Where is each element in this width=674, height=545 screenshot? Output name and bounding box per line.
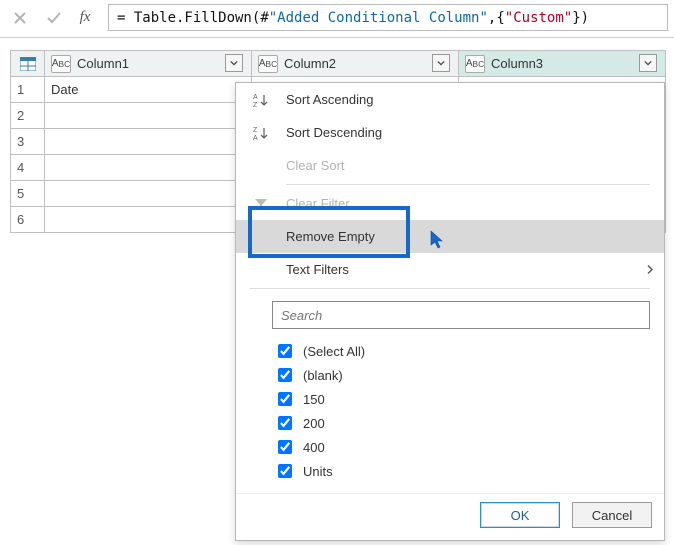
chevron-down-icon — [230, 59, 238, 67]
formula-bar: fx = Table.FillDown(#"Added Conditional … — [0, 0, 674, 38]
filter-value-label: 150 — [303, 392, 325, 407]
dialog-button-row: OK Cancel — [236, 493, 664, 540]
filter-value-item[interactable]: 400 — [274, 435, 650, 459]
menu-sort-ascending[interactable]: AZ Sort Ascending — [236, 83, 664, 116]
chevron-right-icon — [646, 262, 654, 277]
column-header-label: Column1 — [77, 56, 129, 71]
chevron-down-icon — [437, 59, 445, 67]
filter-checkbox[interactable] — [278, 344, 292, 358]
ok-button[interactable]: OK — [480, 502, 560, 528]
cell[interactable] — [45, 181, 252, 207]
svg-text:A: A — [253, 135, 258, 141]
row-number: 2 — [11, 103, 45, 129]
row-number: 4 — [11, 155, 45, 181]
svg-text:Z: Z — [253, 127, 258, 134]
menu-label: Sort Descending — [286, 125, 382, 140]
filter-clear-icon — [250, 197, 272, 211]
filter-search-row — [236, 291, 664, 335]
menu-separator — [286, 184, 650, 185]
formula-token-hash: # — [260, 10, 268, 26]
sort-asc-icon: AZ — [250, 92, 272, 108]
menu-remove-empty[interactable]: Remove Empty — [236, 220, 664, 253]
fx-icon: fx — [74, 4, 102, 31]
svg-text:A: A — [253, 94, 258, 101]
column-header-1[interactable]: ABC Column1 — [45, 51, 252, 77]
check-icon — [46, 11, 62, 25]
menu-text-filters[interactable]: Text Filters — [236, 253, 664, 286]
cell[interactable] — [45, 103, 252, 129]
menu-label: Clear Sort — [286, 158, 345, 173]
filter-value-label: (blank) — [303, 368, 343, 383]
cancel-button[interactable]: Cancel — [572, 502, 652, 528]
formula-token-arg1: "Added Conditional Column" — [269, 10, 488, 26]
formula-token-fn: Table.FillDown — [134, 10, 252, 26]
table-corner[interactable] — [11, 51, 45, 77]
type-any-icon: ABC — [465, 55, 485, 73]
cell[interactable] — [45, 207, 252, 233]
formula-token-close: ) — [581, 10, 589, 26]
column-dropdown-button[interactable] — [432, 54, 450, 72]
filter-checkbox[interactable] — [278, 392, 292, 406]
menu-label: Text Filters — [286, 262, 349, 277]
column-header-label: Column3 — [491, 56, 543, 71]
filter-value-label: (Select All) — [303, 344, 365, 359]
menu-sort-descending[interactable]: ZA Sort Descending — [236, 116, 664, 149]
filter-search-input[interactable] — [272, 301, 650, 329]
formula-token-open: ( — [252, 10, 260, 26]
filter-value-label: Units — [303, 464, 333, 479]
cell[interactable]: Date — [45, 77, 252, 103]
formula-token-brace-close: } — [572, 10, 580, 26]
menu-label: Remove Empty — [286, 229, 375, 244]
formula-token-eq: = — [117, 10, 134, 26]
row-number: 6 — [11, 207, 45, 233]
filter-dropdown-panel: AZ Sort Ascending ZA Sort Descending Cle… — [235, 82, 665, 541]
column-dropdown-button[interactable] — [225, 54, 243, 72]
close-icon — [13, 11, 27, 25]
column-dropdown-button[interactable] — [639, 54, 657, 72]
confirm-formula-button[interactable] — [40, 4, 68, 31]
filter-checkbox[interactable] — [278, 440, 292, 454]
type-any-icon: ABC — [258, 55, 278, 73]
sort-desc-icon: ZA — [250, 125, 272, 141]
menu-separator — [250, 288, 650, 289]
filter-value-label: 400 — [303, 440, 325, 455]
column-header-2[interactable]: ABC Column2 — [252, 51, 459, 77]
row-number: 3 — [11, 129, 45, 155]
svg-text:Z: Z — [253, 102, 258, 108]
filter-value-item[interactable]: 150 — [274, 387, 650, 411]
cell[interactable] — [45, 129, 252, 155]
formula-token-arg2: "Custom" — [505, 10, 572, 26]
cell[interactable] — [45, 155, 252, 181]
table-icon — [17, 51, 38, 76]
chevron-down-icon — [644, 59, 652, 67]
cancel-formula-button[interactable] — [6, 4, 34, 31]
menu-label: Sort Ascending — [286, 92, 373, 107]
menu-clear-filter: Clear Filter — [236, 187, 664, 220]
type-any-icon: ABC — [51, 55, 71, 73]
formula-token-brace-open: { — [496, 10, 504, 26]
filter-value-item[interactable]: (blank) — [274, 363, 650, 387]
filter-value-label: 200 — [303, 416, 325, 431]
formula-token-comma: , — [488, 10, 496, 26]
filter-value-item[interactable]: (Select All) — [274, 339, 650, 363]
filter-checkbox[interactable] — [278, 368, 292, 382]
column-header-label: Column2 — [284, 56, 336, 71]
filter-checkbox[interactable] — [278, 416, 292, 430]
filter-value-list: (Select All) (blank) 150 200 400 Units — [236, 335, 664, 493]
filter-checkbox[interactable] — [278, 464, 292, 478]
column-header-3[interactable]: ABC Column3 — [459, 51, 666, 77]
menu-clear-sort: Clear Sort — [236, 149, 664, 182]
row-number: 5 — [11, 181, 45, 207]
filter-value-item[interactable]: Units — [274, 459, 650, 483]
formula-input[interactable]: = Table.FillDown(#"Added Conditional Col… — [108, 4, 668, 31]
menu-label: Clear Filter — [286, 196, 350, 211]
filter-value-item[interactable]: 200 — [274, 411, 650, 435]
row-number: 1 — [11, 77, 45, 103]
